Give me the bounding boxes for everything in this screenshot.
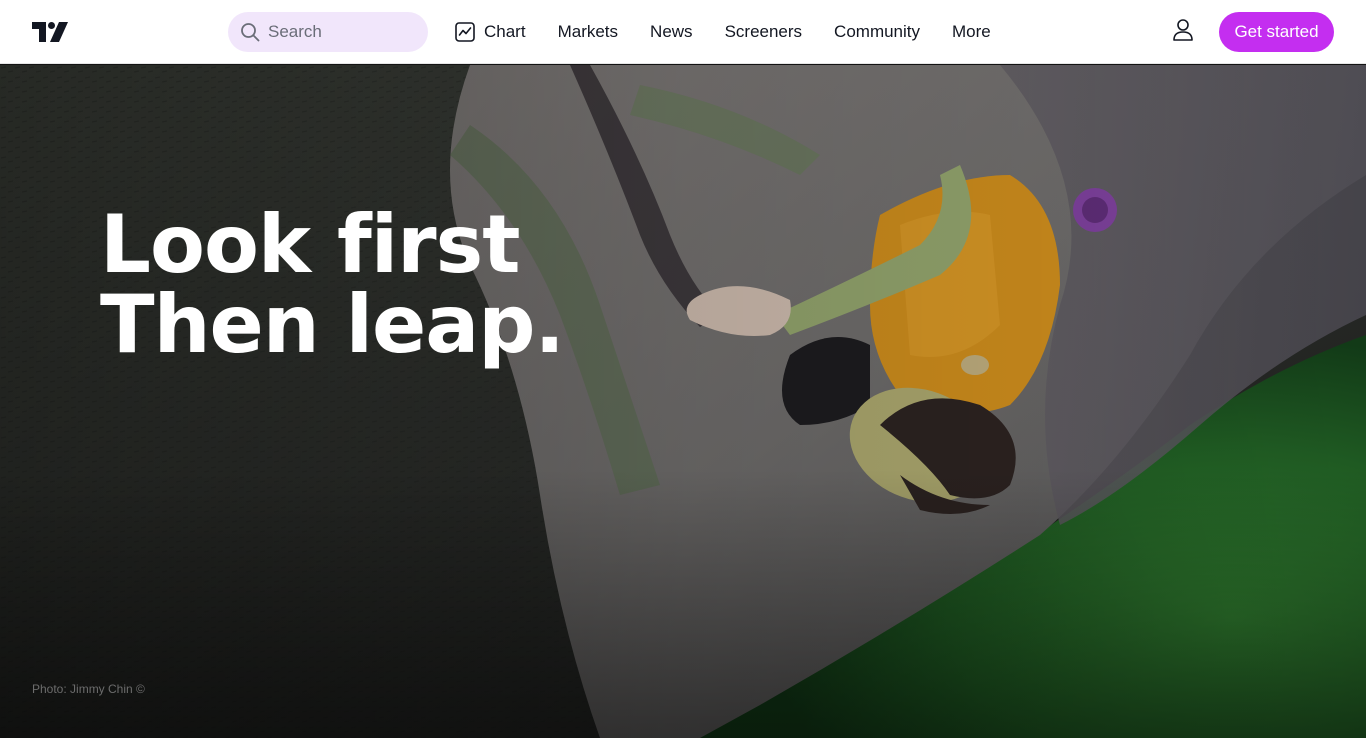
- tradingview-logo-icon: [32, 22, 68, 42]
- nav-label-news: News: [650, 22, 693, 41]
- top-navigation-bar: Chart Markets News Screeners Community M…: [0, 0, 1366, 64]
- nav-label-chart: Chart: [484, 22, 526, 41]
- hero-headline: Look first Then leap.: [100, 198, 565, 371]
- nav-label-community: Community: [834, 22, 921, 41]
- photo-credit: Photo: Jimmy Chin ©: [32, 682, 145, 696]
- user-menu-button[interactable]: [1164, 14, 1202, 50]
- nav-item-more[interactable]: More: [936, 12, 1007, 52]
- nav-item-community[interactable]: Community: [818, 12, 936, 52]
- nav-item-screeners[interactable]: Screeners: [709, 12, 818, 52]
- nav-label-more: More: [952, 22, 991, 41]
- hero-section: Look first Then leap. Photo: Jimmy Chin …: [0, 65, 1366, 738]
- chart-icon: [454, 21, 476, 43]
- main-nav: Chart Markets News Screeners Community M…: [440, 0, 1007, 64]
- nav-item-markets[interactable]: Markets: [542, 12, 634, 52]
- nav-item-chart[interactable]: Chart: [440, 12, 542, 52]
- get-started-button[interactable]: Get started: [1219, 12, 1334, 52]
- nav-item-news[interactable]: News: [634, 12, 709, 52]
- user-icon: [1172, 18, 1194, 47]
- tradingview-logo[interactable]: [32, 21, 68, 43]
- hero-headline-line1: Look first: [100, 198, 520, 291]
- nav-label-screeners: Screeners: [724, 22, 803, 41]
- hero-headline-line2: Then leap.: [100, 278, 565, 371]
- nav-label-markets: Markets: [557, 22, 619, 41]
- hero-climber-photo: [0, 65, 1366, 738]
- search-box[interactable]: [228, 12, 428, 52]
- search-input[interactable]: [268, 22, 418, 42]
- search-icon: [240, 22, 260, 42]
